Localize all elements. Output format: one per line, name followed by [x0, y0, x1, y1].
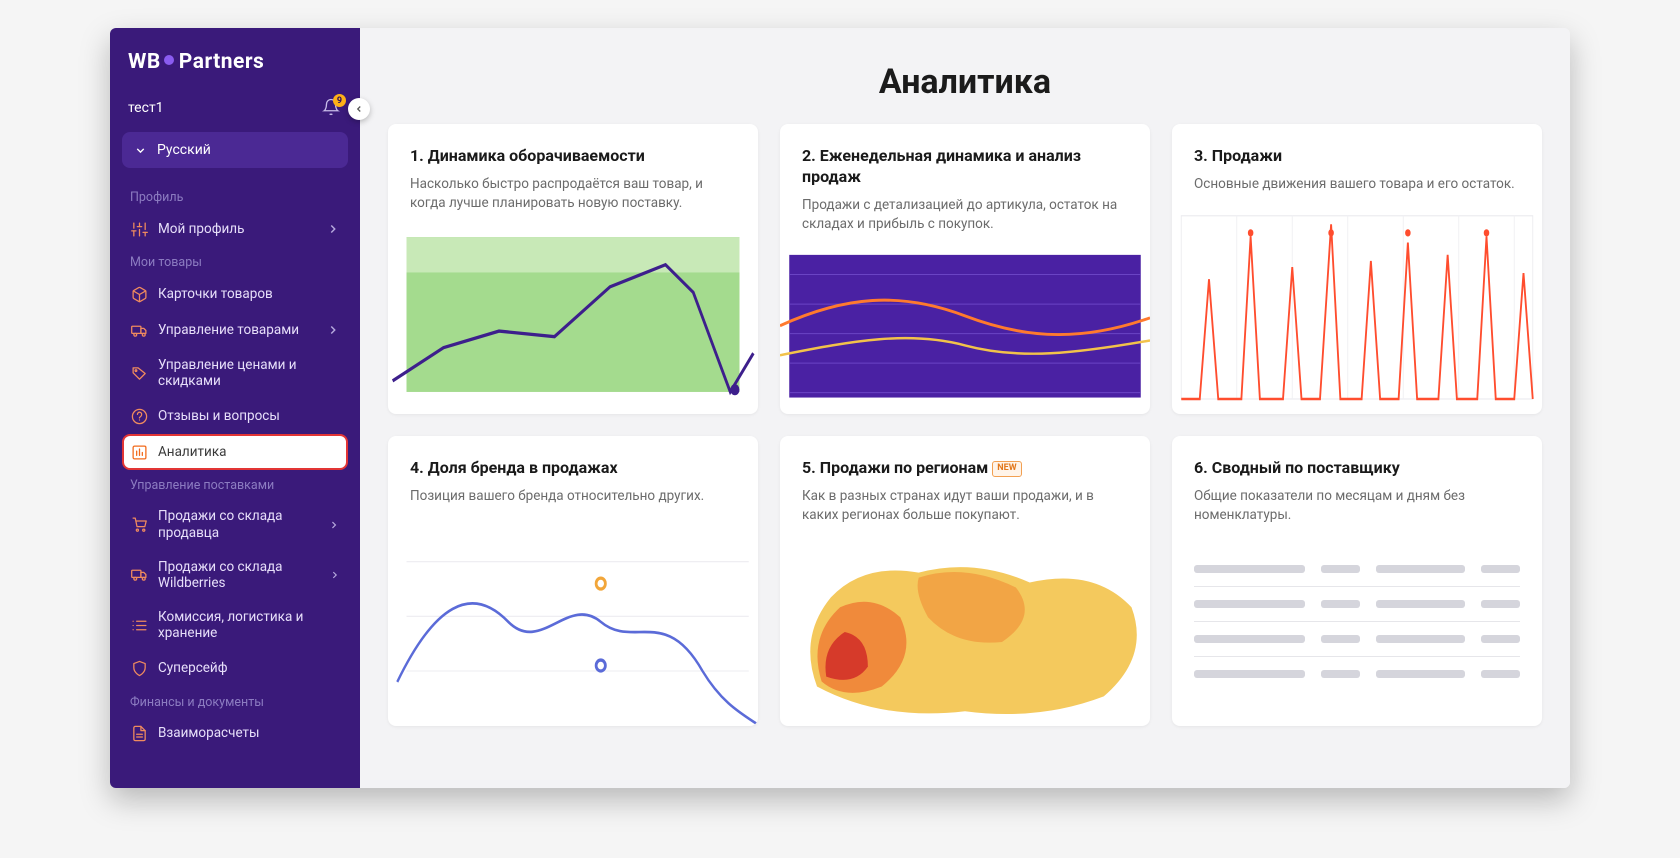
sidebar-item-label: Комиссия, логистика и хранение	[158, 609, 340, 641]
sidebar-item-label: Продажи со склада Wildberries	[158, 559, 319, 591]
doc-icon	[131, 725, 148, 742]
notification-badge: 9	[333, 94, 346, 107]
chevron-right-icon	[329, 568, 341, 582]
card-viz-brandshare	[388, 518, 758, 726]
analytics-card-6[interactable]: 6. Сводный по поставщику Общие показател…	[1172, 436, 1542, 726]
sidebar-item-manage-prices[interactable]: Управление ценами и скидками	[122, 348, 348, 398]
analytics-card-2[interactable]: 2. Еженедельная динамика и анализ продаж…	[780, 124, 1150, 414]
app-shell: WB Partners тест1 9 Русский Профиль Мой п…	[110, 28, 1570, 788]
sidebar-section-label: Управление поставками	[122, 470, 348, 499]
brand-part2: Partners	[179, 50, 265, 74]
card-viz-summary	[1172, 538, 1542, 726]
card-desc: Основные движения вашего товара и его ос…	[1194, 175, 1520, 195]
card-title: 1. Динамика оборачиваемости	[410, 146, 736, 167]
sidebar-section-label: Мои товары	[122, 247, 348, 276]
sidebar-item-label: Суперсейф	[158, 660, 228, 676]
card-title: 6. Сводный по поставщику	[1194, 458, 1520, 479]
chevron-left-icon	[354, 104, 364, 114]
analytics-card-5[interactable]: 5. Продажи по регионамNEW Как в разных с…	[780, 436, 1150, 726]
barchart-icon	[131, 444, 148, 461]
nav-container: Профиль Мой профиль Мои товары Карточки тов…	[122, 182, 348, 752]
card-viz-regions	[780, 538, 1150, 726]
chevron-down-icon	[134, 144, 147, 157]
card-title: 2. Еженедельная динамика и анализ продаж	[802, 146, 1128, 188]
page-title: Аналитика	[360, 28, 1570, 124]
main-content: Аналитика 1. Динамика оборачиваемости На…	[360, 28, 1570, 788]
summary-table-placeholder	[1172, 538, 1542, 705]
sidebar-item-label: Продажи со склада продавца	[158, 508, 318, 540]
table-row	[1194, 621, 1520, 656]
card-desc: Общие показатели по месяцам и дням без н…	[1194, 487, 1520, 526]
sidebar-item-label: Аналитика	[158, 444, 226, 460]
chevron-right-icon	[328, 518, 340, 532]
brand-part1: WB	[128, 50, 161, 74]
sidebar-item-my-profile[interactable]: Мой профиль	[122, 211, 348, 247]
card-viz-turnover	[388, 226, 758, 414]
table-row	[1194, 656, 1520, 691]
chevron-right-icon	[326, 323, 340, 337]
package-icon	[131, 286, 148, 303]
sidebar-section-label: Профиль	[122, 182, 348, 211]
table-row	[1194, 586, 1520, 621]
sidebar-item-wb-warehouse[interactable]: Продажи со склада Wildberries	[122, 550, 348, 600]
sidebar: WB Partners тест1 9 Русский Профиль Мой п…	[110, 28, 360, 788]
card-title: 5. Продажи по регионамNEW	[802, 458, 1128, 479]
user-name: тест1	[128, 100, 164, 116]
help-icon	[131, 408, 148, 425]
sidebar-collapse-button[interactable]	[348, 98, 370, 120]
sidebar-item-label: Взаиморасчеты	[158, 725, 260, 741]
shield-icon	[131, 660, 148, 677]
sidebar-item-supersafe[interactable]: Суперсейф	[122, 651, 348, 687]
language-label: Русский	[157, 142, 211, 158]
truck-icon	[131, 322, 148, 339]
sliders-icon	[131, 221, 148, 238]
sidebar-item-label: Управление ценами и скидками	[158, 357, 340, 389]
card-desc: Как в разных странах идут ваши продажи, …	[802, 487, 1128, 526]
sidebar-item-manage-products[interactable]: Управление товарами	[122, 312, 348, 348]
cards-grid: 1. Динамика оборачиваемости Насколько бы…	[360, 124, 1570, 754]
sidebar-item-label: Отзывы и вопросы	[158, 408, 280, 424]
brand-dot-icon	[164, 55, 174, 65]
sidebar-item-label: Мой профиль	[158, 221, 244, 237]
card-title: 4. Доля бренда в продажах	[410, 458, 736, 479]
sidebar-item-seller-warehouse[interactable]: Продажи со склада продавца	[122, 499, 348, 549]
card-desc: Позиция вашего бренда относительно други…	[410, 487, 736, 507]
sidebar-item-label: Карточки товаров	[158, 286, 273, 302]
card-title: 3. Продажи	[1194, 146, 1520, 167]
sidebar-item-commission[interactable]: Комиссия, логистика и хранение	[122, 600, 348, 650]
tag-icon	[131, 365, 148, 382]
analytics-card-3[interactable]: 3. Продажи Основные движения вашего това…	[1172, 124, 1542, 414]
card-viz-sales	[1172, 206, 1542, 414]
language-selector[interactable]: Русский	[122, 132, 348, 168]
new-badge: NEW	[992, 461, 1021, 477]
delivery-icon	[131, 566, 148, 583]
table-row	[1194, 552, 1520, 586]
sidebar-item-analytics[interactable]: Аналитика	[122, 434, 348, 470]
brand-logo: WB Partners	[122, 46, 348, 92]
notifications-button[interactable]: 9	[322, 98, 342, 118]
card-viz-weekly	[780, 247, 1150, 414]
sidebar-section-label: Финансы и документы	[122, 687, 348, 716]
cart-icon	[131, 516, 148, 533]
list-icon	[131, 617, 148, 634]
sidebar-item-reviews[interactable]: Отзывы и вопросы	[122, 398, 348, 434]
chevron-right-icon	[326, 222, 340, 236]
analytics-card-4[interactable]: 4. Доля бренда в продажах Позиция вашего…	[388, 436, 758, 726]
sidebar-item-product-cards[interactable]: Карточки товаров	[122, 276, 348, 312]
analytics-card-1[interactable]: 1. Динамика оборачиваемости Насколько бы…	[388, 124, 758, 414]
card-desc: Насколько быстро распродаётся ваш товар,…	[410, 175, 736, 214]
card-desc: Продажи с детализацией до артикула, оста…	[802, 196, 1128, 235]
sidebar-item-settlements[interactable]: Взаиморасчеты	[122, 716, 348, 752]
sidebar-item-label: Управление товарами	[158, 322, 299, 338]
user-row: тест1 9	[122, 92, 348, 132]
